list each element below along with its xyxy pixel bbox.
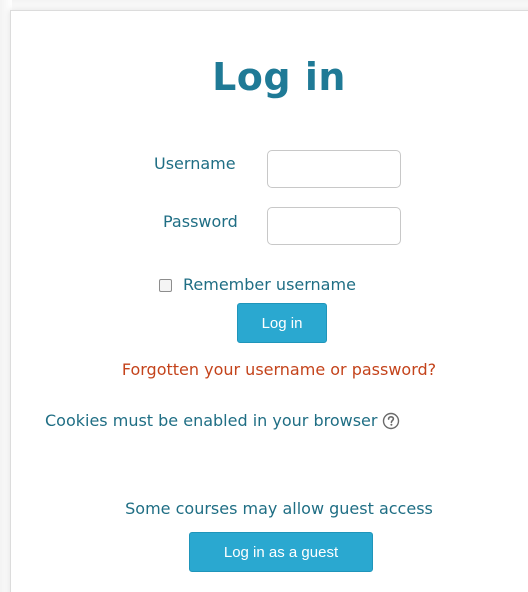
question-circle-icon[interactable] [382, 412, 400, 430]
cookies-notice-text: Cookies must be enabled in your browser [45, 411, 378, 430]
login-button[interactable]: Log in [237, 303, 327, 343]
cookies-notice: Cookies must be enabled in your browser [45, 411, 400, 430]
username-label: Username [154, 154, 236, 173]
page-canvas: Log in Username Password Remember userna… [0, 0, 528, 592]
login-as-guest-button[interactable]: Log in as a guest [189, 532, 373, 572]
login-panel: Log in Username Password Remember userna… [10, 10, 528, 592]
guest-access-note: Some courses may allow guest access [125, 499, 433, 518]
password-label: Password [163, 212, 238, 231]
remember-username-checkbox[interactable] [159, 279, 172, 292]
remember-username-label[interactable]: Remember username [183, 275, 356, 294]
password-input[interactable] [267, 207, 401, 245]
username-input[interactable] [267, 150, 401, 188]
forgot-password-link[interactable]: Forgotten your username or password? [11, 360, 528, 379]
page-title: Log in [212, 55, 346, 99]
